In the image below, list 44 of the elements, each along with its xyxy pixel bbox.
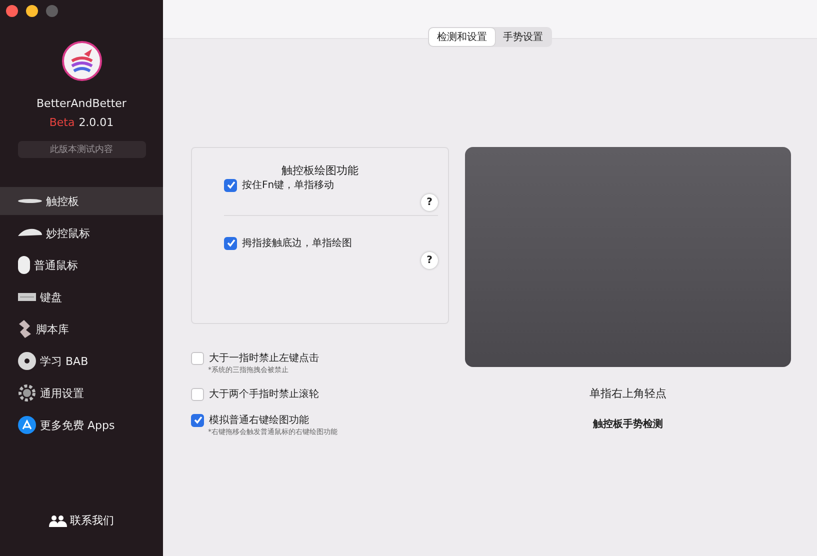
sidebar-item[interactable]: 普通鼠标 xyxy=(0,251,163,279)
mouse-icon xyxy=(18,256,30,274)
sidebar-item[interactable]: 妙控鼠标 xyxy=(0,219,163,247)
checkbox[interactable] xyxy=(191,388,204,400)
app-store-icon xyxy=(18,416,36,434)
mouse-icon xyxy=(18,228,42,238)
close-button[interactable] xyxy=(6,5,18,17)
version-label: 2.0.01 xyxy=(78,116,114,129)
test-notes-button[interactable]: 此版本测试内容 xyxy=(18,141,146,158)
option-label: 模拟普通右键绘图功能 xyxy=(209,414,309,427)
app-name: BetterAndBetter xyxy=(36,97,126,110)
checkbox[interactable] xyxy=(191,414,204,426)
option-label: 大于一指时禁止左键点击 xyxy=(209,352,319,365)
gesture-label: 单指右上角轻点 xyxy=(590,386,666,401)
sidebar-item[interactable]: 通用设置 xyxy=(0,379,163,407)
zoom-button[interactable] xyxy=(46,5,58,17)
gear-icon xyxy=(18,384,36,402)
help-button[interactable]: ? xyxy=(421,252,438,269)
option-label: 大于两个手指时禁止滚轮 xyxy=(209,388,319,401)
trackpad-caption: 触控板手势检测 xyxy=(593,418,663,431)
sidebar-item[interactable]: 键盘 xyxy=(0,283,163,311)
option-label: 按住Fn键，单指移动 xyxy=(242,178,334,192)
scroll-icon xyxy=(18,320,32,338)
sidebar-item[interactable]: 触控板 xyxy=(0,187,163,215)
tab[interactable]: 手势设置 xyxy=(495,28,551,46)
minimize-button[interactable] xyxy=(26,5,38,17)
trackpad-icon xyxy=(18,198,42,204)
disc-icon xyxy=(18,352,36,370)
trackpad-area[interactable] xyxy=(465,147,791,367)
sidebar-item[interactable]: 脚本库 xyxy=(0,315,163,343)
keyboard-icon xyxy=(18,293,36,301)
logo-icon xyxy=(62,41,102,81)
channel-label: Beta xyxy=(49,116,75,129)
checkbox[interactable] xyxy=(224,236,237,250)
people-icon xyxy=(49,514,67,526)
contact-link[interactable]: 联系我们 xyxy=(49,513,114,528)
sidebar-item[interactable]: 学习 BAB xyxy=(0,347,163,375)
panel-title: 触控板绘图功能 xyxy=(280,163,360,178)
tab[interactable]: 检测和设置 xyxy=(429,28,495,46)
sidebar-item[interactable]: 更多免费 Apps xyxy=(0,411,163,439)
help-button[interactable]: ? xyxy=(421,194,438,211)
option-label: 拇指接触底边，单指绘图 xyxy=(242,236,352,250)
checkbox[interactable] xyxy=(191,352,204,364)
checkbox[interactable] xyxy=(224,178,237,192)
